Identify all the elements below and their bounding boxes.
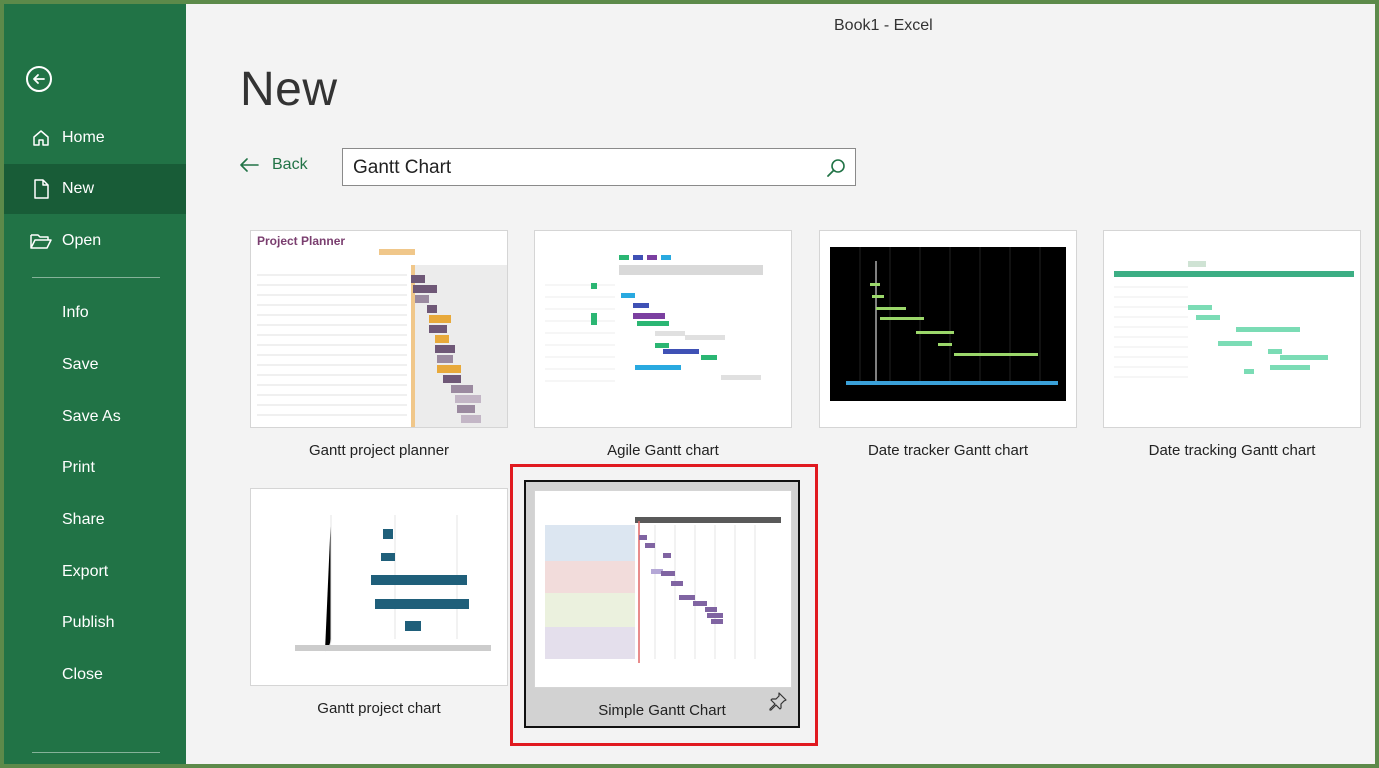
back-link-label: Back xyxy=(272,156,308,173)
template-tile[interactable]: Project Planner Gantt project planner xyxy=(250,230,508,459)
sidebar-divider xyxy=(32,277,160,278)
nav-print-label: Print xyxy=(62,459,95,476)
template-tile-selected[interactable]: Simple Gantt Chart xyxy=(524,480,800,728)
nav-info[interactable]: Info xyxy=(4,288,186,338)
search-input[interactable] xyxy=(351,155,825,181)
back-link[interactable]: Back xyxy=(238,156,308,174)
template-name: Date tracker Gantt chart xyxy=(867,442,1029,459)
nav-close[interactable]: Close xyxy=(4,650,186,700)
nav-publish-label: Publish xyxy=(62,614,115,631)
nav-publish[interactable]: Publish xyxy=(4,598,186,648)
nav-open-label: Open xyxy=(62,232,102,249)
sidebar-divider-bottom xyxy=(32,752,160,753)
folder-open-icon xyxy=(30,230,52,252)
nav-save[interactable]: Save xyxy=(4,340,186,390)
backstage-sidebar: Home New Open Info Save Save As Print Sh… xyxy=(4,4,186,764)
nav-save-label: Save xyxy=(62,356,99,373)
nav-open[interactable]: Open xyxy=(4,216,186,266)
window-title: Book1 - Excel xyxy=(834,17,933,34)
template-thumbnail xyxy=(534,490,792,688)
nav-share[interactable]: Share xyxy=(4,495,186,545)
nav-home[interactable]: Home xyxy=(4,113,186,163)
template-tile[interactable]: Date tracking Gantt chart xyxy=(1103,230,1361,459)
template-name: Date tracking Gantt chart xyxy=(1148,442,1316,459)
template-thumbnail xyxy=(1103,230,1361,428)
template-thumbnail: Project Planner xyxy=(250,230,508,428)
nav-export-label: Export xyxy=(62,563,109,580)
template-tile[interactable]: Date tracker Gantt chart xyxy=(819,230,1077,459)
nav-new-label: New xyxy=(62,180,95,197)
page-title: New xyxy=(240,63,338,116)
nav-print[interactable]: Print xyxy=(4,443,186,493)
nav-export[interactable]: Export xyxy=(4,547,186,597)
thumb-title: Project Planner xyxy=(257,234,345,248)
back-arrow-circle-icon[interactable] xyxy=(26,66,52,92)
nav-info-label: Info xyxy=(62,304,89,321)
new-document-icon xyxy=(30,178,52,200)
template-name: Agile Gantt chart xyxy=(607,442,719,459)
nav-save-as-label: Save As xyxy=(62,408,121,425)
template-name: Simple Gantt Chart xyxy=(598,702,726,719)
template-tile[interactable]: Agile Gantt chart xyxy=(534,230,792,459)
home-icon xyxy=(30,127,52,149)
excel-backstage-window: Home New Open Info Save Save As Print Sh… xyxy=(4,4,1375,764)
template-thumbnail xyxy=(250,488,508,686)
back-arrow-icon xyxy=(240,158,259,172)
nav-share-label: Share xyxy=(62,511,105,528)
nav-save-as[interactable]: Save As xyxy=(4,392,186,442)
template-tile[interactable]: Gantt project chart xyxy=(250,488,508,717)
search-icon[interactable] xyxy=(825,157,847,184)
template-name: Gantt project planner xyxy=(308,442,450,459)
template-name: Gantt project chart xyxy=(317,700,441,717)
pin-icon[interactable] xyxy=(768,691,788,716)
template-search-box xyxy=(342,148,856,186)
template-thumbnail xyxy=(534,230,792,428)
nav-home-label: Home xyxy=(62,129,105,146)
template-thumbnail xyxy=(819,230,1077,428)
nav-new[interactable]: New xyxy=(4,164,186,214)
nav-close-label: Close xyxy=(62,666,103,683)
